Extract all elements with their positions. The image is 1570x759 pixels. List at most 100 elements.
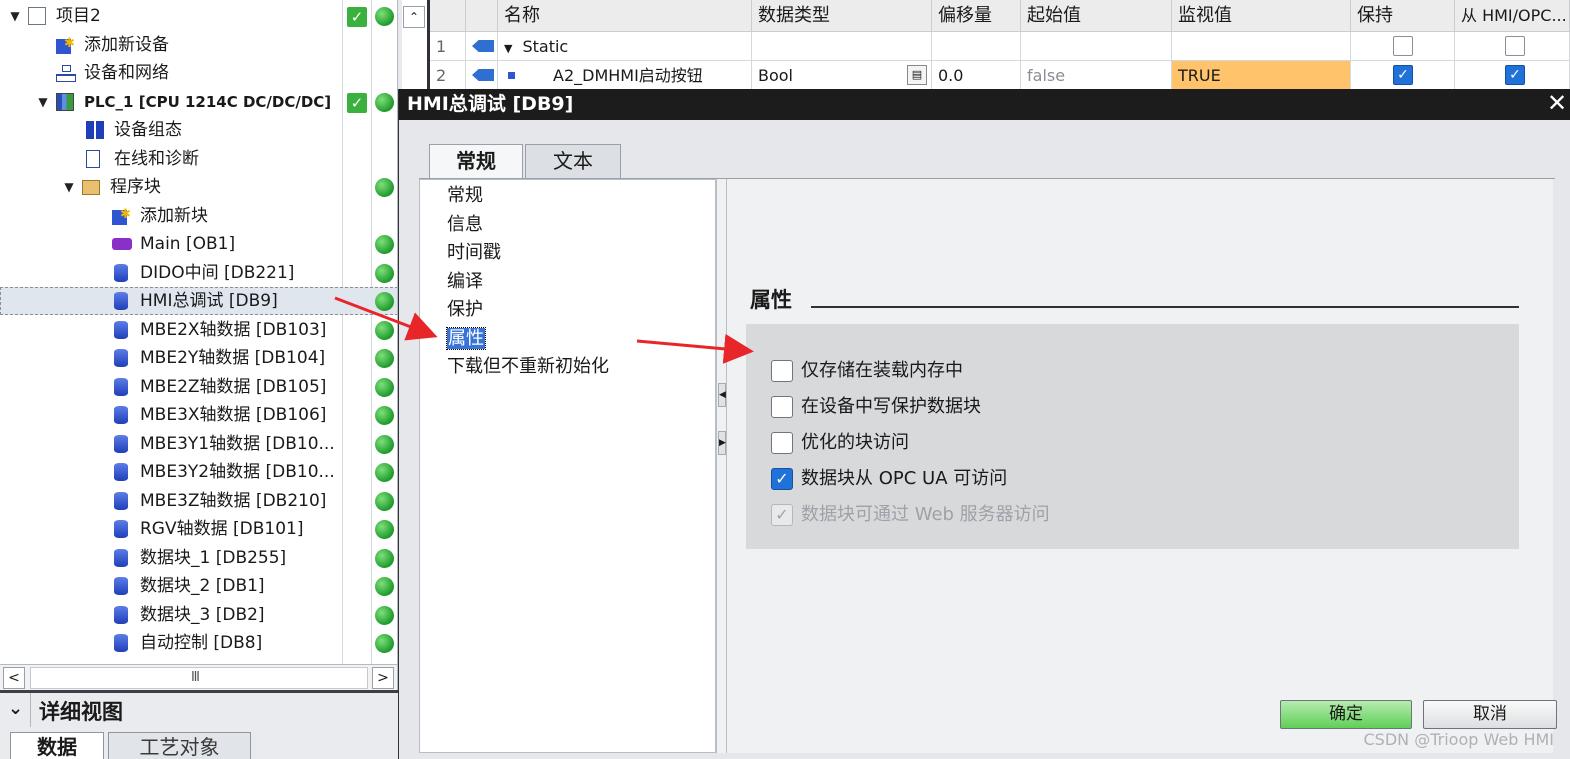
tree-item[interactable]: 添加新设备 xyxy=(0,30,397,59)
tree-item[interactable]: 数据块_2 [DB1] xyxy=(0,572,397,600)
tree-item[interactable]: 数据块_3 [DB2] xyxy=(0,601,397,629)
tree-item[interactable]: DIDO中间 [DB221] xyxy=(0,259,397,287)
table-row-variable[interactable]: A2_DMHMI启动按钮 xyxy=(498,61,752,90)
project-tree[interactable]: ▼ 项目2 ✓ 添加新设备设备和网络 ▼ PLC_1 [CPU 1214C DC/DC/D… xyxy=(0,0,398,664)
tree-item[interactable]: 在线和诊断 xyxy=(0,145,397,173)
cell-retain[interactable] xyxy=(1351,32,1455,61)
tab-data[interactable]: 数据 xyxy=(10,732,104,759)
tree-horizontal-scrollbar[interactable]: < Ⅲ > xyxy=(0,664,398,690)
nav-item[interactable]: 编译 xyxy=(447,268,483,296)
table-row-static[interactable]: ▼ Static xyxy=(498,32,752,61)
option-checkbox[interactable] xyxy=(771,360,793,382)
tree-item-label: 数据块_3 [DB2] xyxy=(140,604,265,625)
scroll-right-icon[interactable]: > xyxy=(372,667,394,689)
header-hmi-opc[interactable]: 从 HMI/OPC... xyxy=(1455,0,1570,32)
cell-monitor xyxy=(1172,32,1351,61)
tree-item[interactable]: 数据块_1 [DB255] xyxy=(0,544,397,572)
scroll-up-icon[interactable]: ⌃ xyxy=(403,6,425,28)
scroll-grip[interactable]: Ⅲ xyxy=(191,668,200,688)
db-icon xyxy=(114,520,128,538)
cell-type[interactable]: Bool ▤ xyxy=(752,61,932,90)
header-offset[interactable]: 偏移量 xyxy=(932,0,1021,32)
cell-hmi[interactable] xyxy=(1455,32,1570,61)
tree-item[interactable]: ▼ PLC_1 [CPU 1214C DC/DC/DC] ✓ xyxy=(0,88,397,116)
tree-item[interactable]: 添加新块 xyxy=(0,201,397,230)
tab-technology-objects[interactable]: 工艺对象 xyxy=(108,732,251,759)
ob-icon xyxy=(112,238,132,250)
scroll-left-icon[interactable]: < xyxy=(3,667,25,689)
ok-button[interactable]: 确定 xyxy=(1280,700,1412,729)
tree-item[interactable]: MBE3Y1轴数据 [DB10... xyxy=(0,430,397,458)
option-checkbox[interactable] xyxy=(771,396,793,418)
tab-text[interactable]: 文本 xyxy=(525,144,621,179)
type-picker-icon[interactable]: ▤ xyxy=(907,65,927,85)
cell-monitor: TRUE xyxy=(1172,61,1351,90)
row-number: 1 xyxy=(430,32,466,61)
nav-item[interactable]: 时间戳 xyxy=(447,239,501,267)
cell-start[interactable] xyxy=(1021,32,1172,61)
tree-item[interactable]: MBE2X轴数据 [DB103] xyxy=(0,316,397,344)
retain-checkbox[interactable]: ✓ xyxy=(1393,65,1413,85)
tree-item[interactable]: MBE3Y2轴数据 [DB10... xyxy=(0,458,397,486)
expand-icon[interactable]: ▼ xyxy=(62,173,76,201)
online-status-icon xyxy=(375,349,394,368)
header-name[interactable]: 名称 xyxy=(498,0,752,32)
cell-hmi[interactable]: ✓ xyxy=(1455,61,1570,90)
nav-item[interactable]: 常规 xyxy=(447,182,483,210)
nav-item-label: 常规 xyxy=(447,185,483,206)
tree-item[interactable]: 自动控制 [DB8] xyxy=(0,629,397,657)
header-start-value[interactable]: 起始值 xyxy=(1021,0,1172,32)
tree-item[interactable]: MBE2Y轴数据 [DB104] xyxy=(0,344,397,372)
option-checkbox[interactable]: ✓ xyxy=(771,468,793,490)
tree-item[interactable]: HMI总调试 [DB9] xyxy=(0,287,397,315)
collapse-right-icon[interactable]: ▶ xyxy=(718,431,726,455)
option-label: 数据块可通过 Web 服务器访问 xyxy=(801,504,1050,525)
nav-item-label: 保护 xyxy=(447,299,483,320)
tree-item-label: 设备组态 xyxy=(114,120,182,140)
cell-type[interactable] xyxy=(752,32,932,61)
expand-icon[interactable]: ▼ xyxy=(36,88,50,116)
nav-item[interactable]: 属性 xyxy=(446,325,486,353)
tree-item[interactable]: ▼ 项目2 ✓ xyxy=(0,2,397,30)
hmi-checkbox[interactable]: ✓ xyxy=(1505,65,1525,85)
tree-item[interactable]: 设备组态 xyxy=(0,116,397,144)
plc-icon xyxy=(56,92,74,111)
nav-item[interactable]: 保护 xyxy=(447,296,483,324)
header-retain[interactable]: 保持 xyxy=(1351,0,1455,32)
dialog-title[interactable]: HMI总调试 [DB9] xyxy=(399,89,1570,120)
collapse-icon[interactable]: ⌄ xyxy=(8,698,23,719)
online-status-icon xyxy=(375,406,394,425)
tree-item-label: HMI总调试 [DB9] xyxy=(140,291,278,311)
detail-view-title: 详细视图 xyxy=(39,700,123,724)
watermark: CSDN @Trioop Web HMI xyxy=(1363,730,1555,749)
tree-item[interactable]: RGV轴数据 [DB101] xyxy=(0,515,397,543)
close-icon[interactable]: ✕ xyxy=(1546,89,1568,120)
hmi-checkbox[interactable] xyxy=(1505,36,1525,56)
collapse-left-icon[interactable]: ◀ xyxy=(718,383,726,407)
nav-item[interactable]: 下载但不重新初始化 xyxy=(447,353,609,381)
tree-item[interactable]: ▼ 程序块 xyxy=(0,173,397,201)
cell-start[interactable]: false xyxy=(1021,61,1172,90)
tree-item[interactable]: MBE3X轴数据 [DB106] xyxy=(0,401,397,429)
tree-item[interactable]: Main [OB1] xyxy=(0,230,397,258)
expand-icon[interactable]: ▼ xyxy=(504,42,512,55)
tree-item[interactable]: 设备和网络 xyxy=(0,59,397,87)
header-monitor-value[interactable]: 监视值 xyxy=(1172,0,1351,32)
tree-item[interactable]: MBE3Z轴数据 [DB210] xyxy=(0,487,397,515)
tree-item-label: MBE2Y轴数据 [DB104] xyxy=(140,348,326,368)
retain-checkbox[interactable] xyxy=(1393,36,1413,56)
option-checkbox[interactable] xyxy=(771,432,793,454)
interface-icon xyxy=(466,32,498,61)
option-label: 仅存储在装载内存中 xyxy=(801,360,963,381)
nav-item[interactable]: 信息 xyxy=(447,211,483,239)
cancel-button[interactable]: 取消 xyxy=(1423,700,1557,729)
data-type-value: Bool xyxy=(758,66,793,85)
cell-retain[interactable]: ✓ xyxy=(1351,61,1455,90)
expand-icon[interactable]: ▼ xyxy=(8,2,22,30)
tab-general[interactable]: 常规 xyxy=(429,144,523,179)
header-data-type[interactable]: 数据类型 xyxy=(752,0,932,32)
splitter[interactable]: ◀ ▶ xyxy=(716,179,727,753)
scroll-track[interactable]: Ⅲ xyxy=(30,667,368,689)
db-icon xyxy=(114,434,128,453)
tree-item[interactable]: MBE2Z轴数据 [DB105] xyxy=(0,373,397,401)
